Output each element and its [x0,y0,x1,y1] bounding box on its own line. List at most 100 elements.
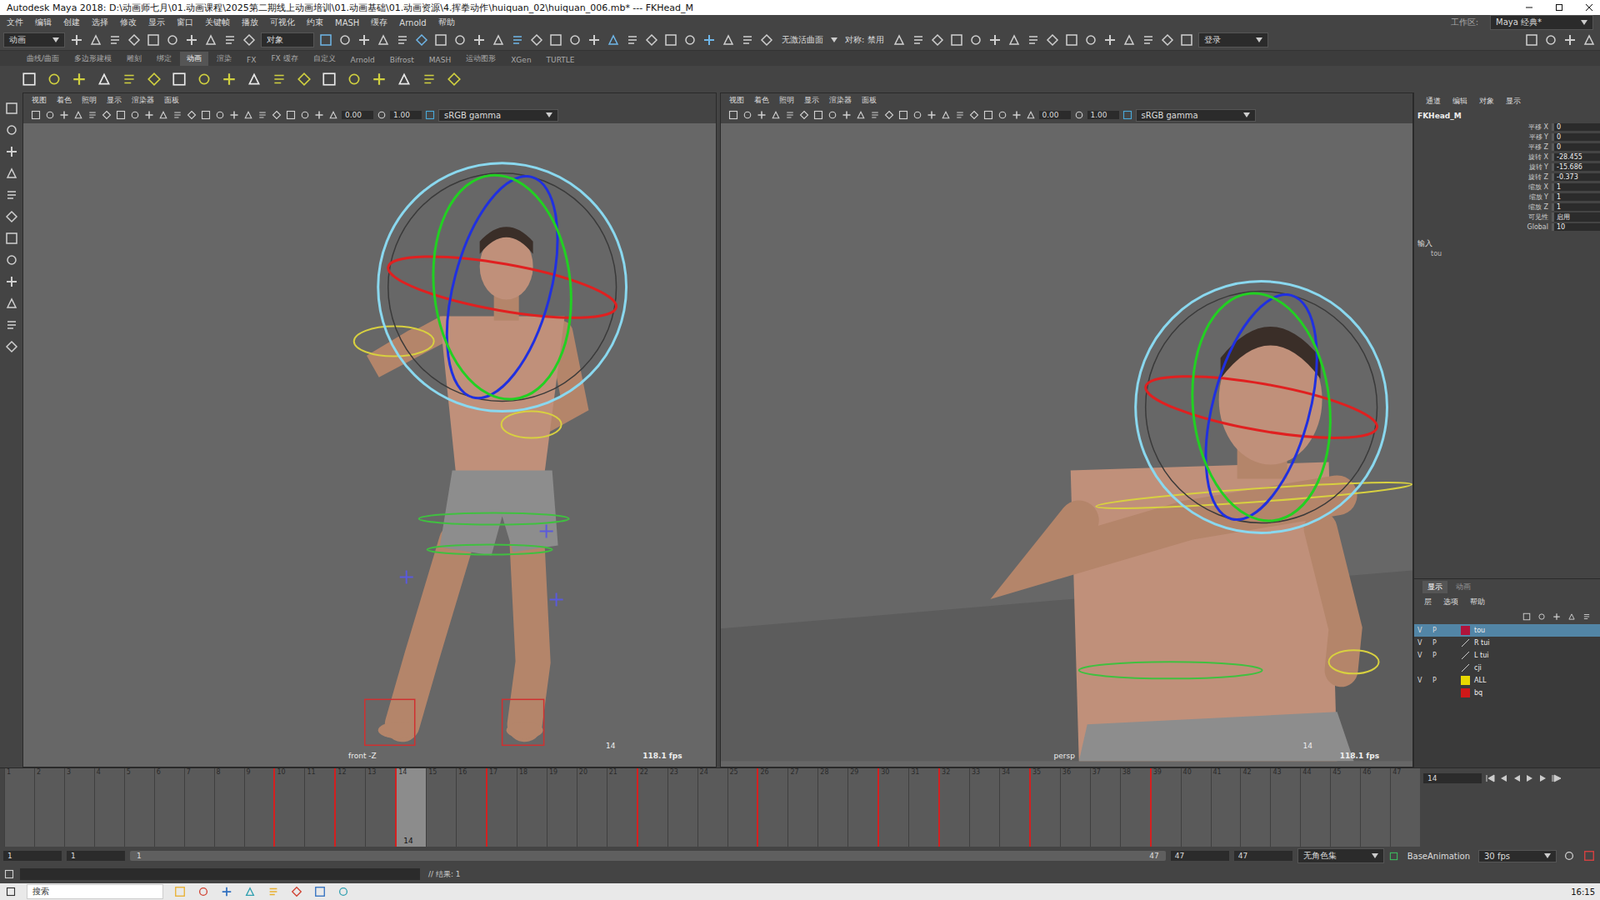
loop-toggle[interactable] [1561,848,1577,864]
panel-tool[interactable] [954,109,966,121]
menu-item[interactable]: 编辑 [35,16,52,29]
layer-name[interactable]: L tui [1474,651,1600,660]
panel-tool-icon[interactable] [144,110,155,120]
panel-tool-icon[interactable] [101,110,112,120]
panel-tool-icon[interactable] [969,110,980,120]
status-tool[interactable] [1025,32,1041,48]
no-color-icon[interactable] [1460,638,1470,648]
shelf-button[interactable] [320,70,339,89]
layer-row[interactable]: bq [1414,686,1600,700]
panel-tool-icon[interactable] [300,110,310,120]
tool-icon[interactable] [5,145,19,159]
frame-cell[interactable]: 9 [244,768,275,847]
status-tool[interactable] [184,32,200,48]
tool-icon[interactable] [1563,33,1577,47]
panel-tool-icon[interactable] [855,110,866,120]
color-management-toggle[interactable] [424,109,436,121]
frame-cell[interactable]: 30 [877,768,909,847]
taskbar-app[interactable] [290,885,304,899]
panel-tool-icon[interactable] [45,110,55,120]
tool-icon[interactable] [587,33,601,47]
taskbar-app[interactable] [243,885,257,899]
app-icon[interactable] [337,885,350,898]
status-tool[interactable] [759,32,775,48]
shelf-tool-icon[interactable] [221,71,237,87]
taskbar-app[interactable] [336,885,350,899]
tool-icon[interactable] [911,33,925,47]
frame-cell[interactable]: 8 [214,768,245,847]
panel-tool-icon[interactable] [728,110,739,120]
shelf-tool-icon[interactable] [46,71,62,87]
layer-color-swatch[interactable] [1460,625,1470,635]
status-tool[interactable] [1102,32,1118,48]
panel-tool-icon[interactable] [285,110,296,120]
status-tool[interactable] [1045,32,1060,48]
status-tool[interactable] [682,32,698,48]
panel-tool-icon[interactable] [243,110,254,120]
status-tool[interactable] [701,32,717,48]
tool-icon[interactable] [5,231,19,245]
animation-start-field[interactable]: 1 [3,850,62,861]
channel-row[interactable]: 平移 Z0 [1514,141,1600,152]
symmetry-label[interactable]: 对称: 禁用 [841,34,888,46]
panel-tool[interactable] [313,109,325,121]
tool-icon[interactable] [5,123,19,137]
frame-cell[interactable]: 15 [425,768,456,847]
panel-tool[interactable] [911,109,924,121]
anim-layer-icon[interactable] [1389,851,1399,861]
panel-tool-icon[interactable] [898,110,909,120]
shelf-tab[interactable]: TURTLE [540,54,582,66]
panel-tool[interactable] [58,109,70,121]
panel-tool[interactable] [100,109,113,121]
status-tool[interactable] [740,32,755,48]
channel-row[interactable]: 可见性启用 [1514,211,1600,222]
minimize-icon[interactable] [1525,3,1534,12]
tool-icon[interactable] [568,33,582,47]
gamma-field[interactable]: 1.00 [1087,110,1120,120]
menu-item[interactable]: MASH [335,18,360,28]
panel-tool[interactable] [869,109,881,121]
frame-cell[interactable]: 4 [94,768,125,847]
frame-cell[interactable]: 5 [124,768,155,847]
panel-tool[interactable] [1025,109,1037,121]
tool-icon[interactable] [5,296,19,310]
shelf-tool-icon[interactable] [121,71,137,87]
character-figure[interactable] [720,123,1414,767]
shelf-tool-icon[interactable] [396,71,412,87]
panel-tool-icon[interactable] [940,110,951,120]
maximize-icon[interactable] [1555,3,1564,12]
viewport-canvas[interactable]: persp14118.1 fps [720,123,1414,767]
panel-tool[interactable] [200,109,212,121]
shelf-button[interactable] [445,70,464,89]
tool-button[interactable] [4,209,20,225]
playback-flag[interactable]: P [1432,651,1446,660]
tool-button[interactable] [4,274,20,290]
frame-cell[interactable]: 6 [154,768,185,847]
frame-cell[interactable]: 13 [365,768,395,847]
channel-value[interactable]: 1 [1551,183,1600,191]
tool-icon[interactable] [338,33,352,47]
tool-icon[interactable] [683,33,697,47]
layer-color-swatch[interactable] [1460,675,1470,685]
panel-tool[interactable] [741,109,754,121]
script-type-toggle[interactable] [3,868,15,880]
shelf-tool-icon[interactable] [146,71,162,87]
taskbar-search[interactable]: 搜索 [26,884,164,900]
color-space-dropdown[interactable]: sRGB gamma [1135,109,1256,122]
status-tool[interactable] [510,32,525,48]
panel-menu-item[interactable]: 面板 [164,95,180,106]
panel-tool-icon[interactable] [997,110,1008,120]
script-icon[interactable] [4,869,15,880]
panel-tool-icon[interactable] [770,110,781,120]
status-tool[interactable] [145,32,161,48]
shelf-button[interactable] [295,70,314,89]
taskbar-app[interactable] [266,885,280,899]
panel-tool-icon[interactable] [841,110,852,120]
panel-tool[interactable] [770,109,782,121]
frame-cell[interactable]: 42 [1240,768,1270,847]
frame-cell[interactable]: 1 [4,768,35,847]
status-tool[interactable] [586,32,602,48]
frame-cell[interactable]: 26 [756,768,788,847]
tool-icon[interactable] [127,33,141,47]
panel-toggle[interactable] [1543,32,1559,48]
